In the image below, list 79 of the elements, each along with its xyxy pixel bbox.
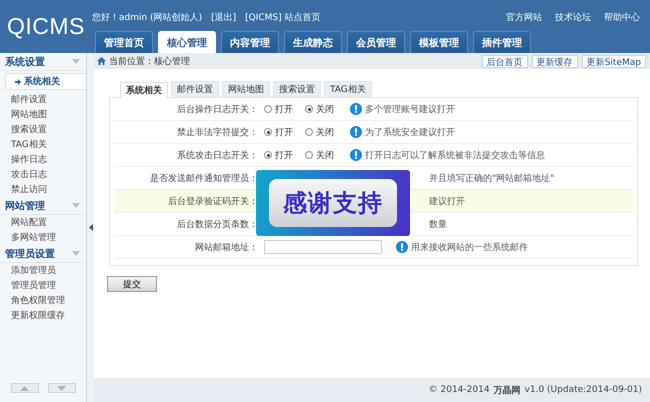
sidebar-item[interactable]: 操作日志 xyxy=(0,152,86,167)
hint-text: 打开日志可以了解系统被非法提交攻击等信息 xyxy=(365,150,545,162)
up-arrow-icon xyxy=(20,386,29,390)
arrow-icon xyxy=(15,78,21,84)
field-label: 禁止非法字符提交： xyxy=(176,126,258,138)
sidebar-item[interactable]: 管理员管理 xyxy=(0,278,86,293)
top-link[interactable]: 技术论坛 xyxy=(555,11,591,21)
hint-text: 数量 xyxy=(429,218,447,230)
nav-tab[interactable]: 插件管理 xyxy=(473,31,531,53)
field-label: 后台操作日志开关： xyxy=(176,104,258,116)
radio-option[interactable]: 打开 xyxy=(264,148,293,162)
action-button[interactable]: 后台首页 xyxy=(482,54,528,68)
sidebar-section-header[interactable]: 网站管理 xyxy=(0,197,86,215)
submit-button[interactable]: 提交 xyxy=(107,276,157,292)
top-link[interactable]: 官方网站 xyxy=(506,11,542,21)
sidebar-section-header[interactable]: 管理员设置 xyxy=(0,245,86,263)
copyright-text: © 2014-2014 xyxy=(428,385,490,395)
info-icon xyxy=(350,149,362,161)
radio-option[interactable]: 关闭 xyxy=(305,148,334,162)
greeting-text: 您好！admin (网站创始人) xyxy=(92,12,202,21)
radio-option[interactable]: 关闭 xyxy=(305,126,334,138)
nav-tab[interactable]: 会员管理 xyxy=(347,31,405,53)
brand-text: 万晶网 xyxy=(494,384,521,396)
scroll-down-button[interactable] xyxy=(48,383,76,393)
hint-text: 建议打开 xyxy=(429,196,465,208)
sidebar-item[interactable]: 添加管理员 xyxy=(0,263,86,278)
radio-option[interactable]: 打开 xyxy=(264,126,293,138)
info-icon xyxy=(350,126,362,138)
sidebar-item[interactable]: 角色权限管理 xyxy=(0,293,86,308)
tab[interactable]: 搜索设置 xyxy=(273,81,321,97)
radio-option[interactable]: 关闭 xyxy=(305,102,334,116)
hint-text: 为了系统安全建议打开 xyxy=(365,126,455,138)
tab[interactable]: 网站地图 xyxy=(222,81,270,97)
sidebar-section-header[interactable]: 系统设置 xyxy=(0,53,86,71)
sidebar-item[interactable]: 邮件设置 xyxy=(0,92,86,107)
field-label: 系统攻击日志开关： xyxy=(176,150,258,162)
home-icon xyxy=(97,57,106,65)
breadcrumb-text: 当前位置：核心管理 xyxy=(109,56,190,68)
input-field[interactable] xyxy=(264,240,382,254)
popup-message: 感谢支持 xyxy=(269,179,397,227)
tab[interactable]: 系统相关 xyxy=(120,82,168,98)
sidebar-item[interactable]: 禁止访问 xyxy=(0,182,86,197)
sidebar-item[interactable]: 多网站管理 xyxy=(0,230,86,245)
hint-text: 用来接收网站的一些系统邮件 xyxy=(411,242,528,254)
field-label: 后台数据分页条数： xyxy=(176,218,258,230)
nav-tab[interactable]: 核心管理 xyxy=(158,31,216,53)
caret-icon xyxy=(72,203,80,208)
sidebar-item[interactable]: 搜索设置 xyxy=(0,122,86,137)
hint-text: 多个管理账号建议打开 xyxy=(365,104,455,116)
field-label: 网站邮箱地址： xyxy=(194,242,258,254)
caret-icon xyxy=(72,59,80,64)
nav-tab[interactable]: 管理首页 xyxy=(95,31,153,53)
field-label: 后台登录验证码开关： xyxy=(167,196,258,208)
sidebar-item[interactable]: 系统相关 xyxy=(5,73,86,90)
scroll-up-button[interactable] xyxy=(10,383,38,393)
nav-tab[interactable]: 内容管理 xyxy=(221,31,279,53)
action-button[interactable]: 更新缓存 xyxy=(532,54,578,68)
action-button[interactable]: 更新SiteMap xyxy=(582,54,646,68)
top-link[interactable]: 帮助中心 xyxy=(604,11,640,21)
logo: QICMS xyxy=(6,12,86,41)
radio-option[interactable]: 打开 xyxy=(264,102,293,116)
sidebar-item[interactable]: TAG相关 xyxy=(0,137,86,152)
sidebar-item[interactable]: 攻击日志 xyxy=(0,167,86,182)
nav-tab[interactable]: 模板管理 xyxy=(410,31,468,53)
logout-link[interactable]: [退出] xyxy=(211,11,236,21)
down-arrow-icon xyxy=(57,386,66,390)
sidebar-item[interactable]: 网站配置 xyxy=(0,215,86,230)
version-text: v1.0 (Update:2014-09-01) xyxy=(524,385,642,395)
sidebar-item[interactable]: 网站地图 xyxy=(0,107,86,122)
hint-text: 并且填写正确的"网站邮箱地址" xyxy=(429,172,554,184)
info-icon xyxy=(396,241,408,253)
tab[interactable]: TAG相关 xyxy=(324,81,372,97)
tab[interactable]: 邮件设置 xyxy=(171,81,219,97)
caret-icon xyxy=(72,251,80,256)
site-home-link[interactable]: [QICMS] 站点首页 xyxy=(245,11,321,21)
sidebar-item[interactable]: 更新权限缓存 xyxy=(0,308,86,323)
info-icon xyxy=(350,103,362,115)
nav-tab[interactable]: 生成静态 xyxy=(284,31,342,53)
field-label: 是否发送邮件通知管理员： xyxy=(149,172,258,184)
